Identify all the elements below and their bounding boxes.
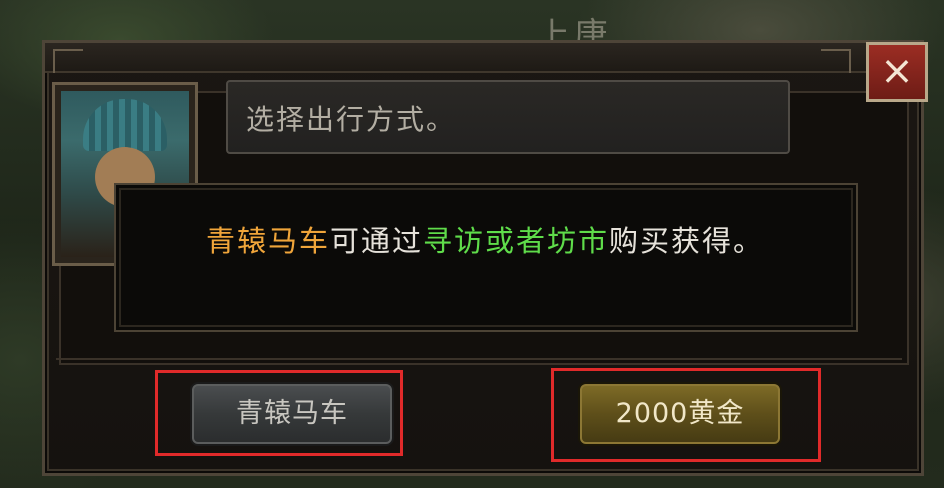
- corner-ornament-icon: [53, 49, 83, 73]
- tooltip-text: 青辕马车可通过寻访或者坊市购买获得。: [206, 221, 786, 261]
- npc-speech-box: 选择出行方式。: [226, 80, 790, 154]
- annotation-box: [551, 368, 821, 462]
- info-tooltip: 青辕马车可通过寻访或者坊市购买获得。: [114, 183, 858, 332]
- annotation-box: [155, 370, 403, 456]
- dialog-title-strip: [45, 43, 921, 73]
- npc-speech-text: 选择出行方式。: [246, 103, 457, 136]
- tooltip-source-name: 寻访或者坊市: [423, 224, 610, 258]
- tooltip-text-segment: 购买获得。: [609, 224, 765, 258]
- tooltip-item-name: 青辕马车: [206, 224, 331, 258]
- npc-hat-icon: [83, 99, 167, 151]
- divider: [56, 358, 902, 360]
- corner-ornament-icon: [821, 49, 851, 73]
- tooltip-text-segment: 可通过: [330, 224, 424, 258]
- close-icon[interactable]: ×: [866, 42, 928, 102]
